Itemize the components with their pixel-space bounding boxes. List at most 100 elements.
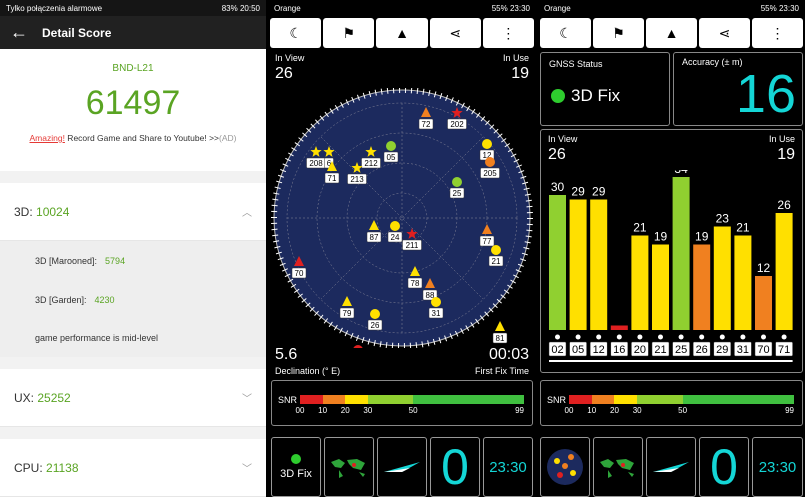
compass-icon[interactable] xyxy=(646,437,696,497)
snr-ticks: 00 10 20 30 50 99 xyxy=(565,406,794,416)
more-menu-icon[interactable]: ⋮ xyxy=(752,18,803,48)
chevron-down-icon[interactable]: ﹀ xyxy=(242,460,252,475)
sky-plot: 72 20212205208 671052122132587 24211 7721707… xyxy=(271,88,533,348)
satellite-marker xyxy=(353,345,363,348)
back-arrow-icon[interactable]: ← xyxy=(10,22,28,43)
promo-amazing[interactable]: Amazing! xyxy=(30,133,65,143)
snr-bar xyxy=(590,199,608,330)
snr-tick: 20 xyxy=(610,406,619,415)
satellite-label: 79 xyxy=(343,309,352,318)
snr-tick: 99 xyxy=(515,406,524,415)
navigation-icon[interactable]: ▲ xyxy=(646,18,697,48)
satellite-id: 05 xyxy=(572,344,584,356)
status-right: 83% 20:50 xyxy=(221,3,260,13)
ad-label: (AD) xyxy=(219,133,237,143)
page-title: Detail Score xyxy=(42,25,112,40)
gnss-label: GNSS Status xyxy=(549,59,603,69)
row-3d[interactable]: 3D: 10024 ︿ xyxy=(0,183,266,241)
share-icon[interactable]: ⋖ xyxy=(429,18,481,48)
chevron-up-icon[interactable]: ︿ xyxy=(242,204,252,219)
map-signpost-icon[interactable]: ⚑ xyxy=(593,18,644,48)
in-use-dot-icon xyxy=(596,334,602,340)
snr-value-label: 34 xyxy=(674,170,688,176)
in-use-dot-icon xyxy=(781,334,787,340)
satellite-label: 211 xyxy=(406,241,419,250)
status-right: 55% 23:30 xyxy=(491,3,530,13)
row-cpu[interactable]: CPU: 21138 ﹀ xyxy=(0,439,266,497)
satellite-label: 205 xyxy=(483,169,497,178)
in-use-dot-icon xyxy=(555,334,560,340)
satellite-id: 02 xyxy=(551,344,563,356)
satellite-id: 25 xyxy=(675,344,687,356)
snr-tick: 10 xyxy=(318,406,328,415)
chevron-down-icon[interactable]: ﹀ xyxy=(242,390,252,405)
speed-value: 0 xyxy=(430,437,480,497)
more-menu-icon[interactable]: ⋮ xyxy=(482,18,535,48)
snr-legend: SNR 00 10 20 30 50 99 xyxy=(540,380,803,426)
sub-label: 3D [Garden]: xyxy=(35,294,87,305)
snr-bar xyxy=(713,226,731,330)
snr-tick: 00 xyxy=(295,406,305,415)
row-label: 3D: xyxy=(14,204,37,219)
in-use-dot-icon xyxy=(740,334,746,340)
snr-tick: 30 xyxy=(632,406,642,415)
status-bar: Tylko połączenia alarmowe 83% 20:50 xyxy=(0,0,266,16)
world-map-icon[interactable] xyxy=(593,437,643,497)
night-mode-icon[interactable]: ☾ xyxy=(540,18,591,48)
snr-bar xyxy=(610,325,628,330)
toolbar: ☾ ⚑ ▲ ⋖ ⋮ xyxy=(270,18,535,48)
satellite-label: 212 xyxy=(364,159,378,168)
fix-time-label: First Fix Time xyxy=(475,366,529,376)
row-ux[interactable]: UX: 25252 ﹀ xyxy=(0,369,266,427)
in-use-dot-icon xyxy=(637,334,643,340)
satellite-label: 77 xyxy=(483,237,492,246)
snr-scale xyxy=(300,395,524,404)
share-icon[interactable]: ⋖ xyxy=(699,18,750,48)
in-view-label: In View xyxy=(548,134,578,144)
snr-tick: 50 xyxy=(678,406,688,415)
accuracy-box: Accuracy (± m) 16 xyxy=(673,52,803,126)
snr-label: SNR xyxy=(547,395,567,405)
in-use-dot-icon xyxy=(575,334,581,340)
satellite-id: 20 xyxy=(634,344,646,356)
snr-scale xyxy=(569,395,795,404)
toolbar: ☾ ⚑ ▲ ⋖ ⋮ xyxy=(540,18,803,48)
promo-link[interactable]: Amazing! Record Game and Share to Youtub… xyxy=(0,133,266,143)
snr-bar-chart: 30 02 29 05 29 12 16 21 20 19 21 34 25 19 26 23 29 21 31 12… xyxy=(548,170,793,362)
in-view-value: 26 xyxy=(548,146,566,163)
satellite-marker xyxy=(390,221,400,231)
status-text: Tylko połączenia alarmowe xyxy=(6,3,103,13)
snr-value-label: 19 xyxy=(654,230,668,244)
fix-text: 3D Fix xyxy=(280,468,312,480)
satellite-label: 24 xyxy=(391,233,400,242)
map-signpost-icon[interactable]: ⚑ xyxy=(323,18,375,48)
snr-bar xyxy=(672,177,690,330)
promo-text[interactable]: Record Game and Share to Youtube! >> xyxy=(65,133,219,143)
navigation-icon[interactable]: ▲ xyxy=(376,18,428,48)
snr-value-label: 19 xyxy=(695,230,709,244)
snr-value-label: 21 xyxy=(736,221,750,235)
app-header: ← Detail Score xyxy=(0,16,266,49)
snr-tick: 99 xyxy=(785,406,794,415)
in-use-label: In Use xyxy=(768,134,795,144)
snr-bar xyxy=(693,244,711,330)
satellite-id: 21 xyxy=(654,344,666,356)
row-value: 21138 xyxy=(46,460,79,475)
in-use-dot-icon xyxy=(699,334,705,340)
sky-mini-icon[interactable] xyxy=(540,437,590,497)
fix-status-button[interactable]: 3D Fix xyxy=(271,437,321,497)
declination-value: 5.6 xyxy=(275,346,298,363)
night-mode-icon[interactable]: ☾ xyxy=(270,18,322,48)
world-map-icon[interactable] xyxy=(324,437,374,497)
satellite-id: 70 xyxy=(757,344,769,356)
scroll-indicator[interactable] xyxy=(549,360,793,362)
compass-icon[interactable] xyxy=(377,437,427,497)
in-use-dot-icon xyxy=(761,334,766,340)
snr-bar xyxy=(652,244,669,330)
satellite-marker xyxy=(485,157,495,167)
fix-text: 3D Fix xyxy=(571,86,621,105)
snr-value-label: 29 xyxy=(592,185,606,199)
snr-value-label: 23 xyxy=(716,212,730,226)
carrier: Orange xyxy=(544,3,571,13)
snr-tick: 00 xyxy=(564,406,574,415)
